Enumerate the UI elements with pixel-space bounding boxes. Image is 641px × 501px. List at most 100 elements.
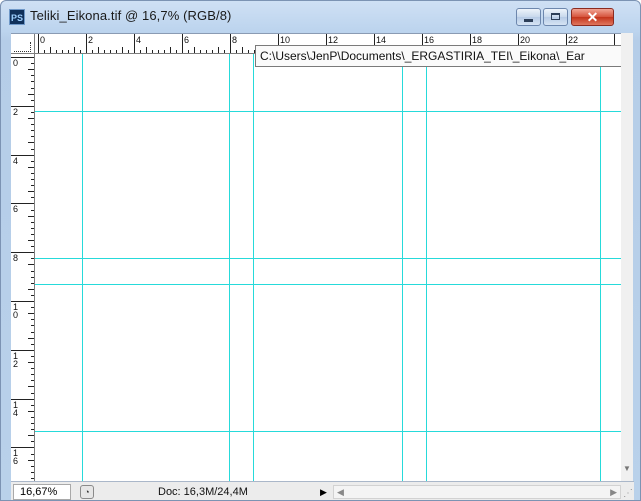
- ruler-tick: [62, 50, 63, 53]
- ruler-tick: [28, 166, 34, 168]
- close-button[interactable]: ✕: [571, 8, 614, 26]
- ruler-origin-corner[interactable]: [11, 34, 35, 54]
- minimize-button[interactable]: [516, 8, 541, 26]
- ruler-tick: [31, 172, 34, 174]
- scroll-down-icon[interactable]: ▼: [623, 464, 631, 473]
- ruler-tick: [31, 63, 34, 65]
- ruler-tick: [31, 99, 34, 101]
- ruler-label: 22: [568, 35, 579, 45]
- guide-horizontal[interactable]: [35, 258, 631, 259]
- guide-vertical[interactable]: [402, 54, 403, 482]
- ruler-tick: [80, 50, 81, 53]
- ruler-label: 2: [13, 106, 19, 117]
- ruler-tick: [31, 429, 34, 431]
- ruler-tick: [28, 93, 34, 95]
- guide-horizontal[interactable]: [35, 111, 631, 112]
- photoshop-app-icon: PS: [9, 9, 25, 25]
- ruler-label: 8: [232, 35, 238, 45]
- ruler-tick: [31, 160, 34, 162]
- resize-grip-icon[interactable]: ⋰: [623, 488, 633, 499]
- status-info-icon[interactable]: ◔: [80, 485, 94, 499]
- ruler-tick: [31, 233, 34, 235]
- maximize-button[interactable]: [543, 8, 568, 26]
- ruler-tick: [122, 47, 123, 53]
- ruler-tick: [92, 50, 93, 53]
- ruler-tick: [28, 142, 34, 144]
- ruler-tick: [44, 50, 45, 53]
- ruler-label: 10: [13, 302, 19, 320]
- ruler-tick: [31, 276, 34, 278]
- guide-vertical[interactable]: [600, 54, 601, 482]
- ruler-tick: [212, 50, 213, 53]
- ruler-tick: [28, 264, 34, 266]
- ruler-tick: [28, 337, 34, 339]
- ruler-tick: [31, 282, 34, 284]
- guide-vertical[interactable]: [229, 54, 230, 482]
- ruler-tick: [31, 258, 34, 260]
- status-bar: 16,67% ◔ Doc: 16,3M/24,4M ▶ ◀ ▶ ⋰: [11, 481, 634, 500]
- guide-vertical[interactable]: [82, 54, 83, 482]
- ruler-tick: [31, 179, 34, 180]
- ruler-tick: [31, 453, 34, 455]
- ruler-tick: [28, 118, 34, 119]
- guide-vertical[interactable]: [426, 54, 427, 482]
- ruler-tick: [104, 50, 105, 53]
- guide-horizontal[interactable]: [35, 284, 631, 285]
- ruler-tick: [110, 50, 111, 53]
- ruler-tick: [28, 313, 34, 315]
- ruler-tick: [230, 34, 231, 53]
- ruler-tick: [206, 50, 207, 53]
- ruler-tick: [176, 50, 177, 53]
- ruler-tick: [242, 47, 243, 53]
- ruler-tick: [31, 124, 34, 126]
- status-menu-arrow-icon[interactable]: ▶: [316, 485, 331, 499]
- ruler-tick: [31, 325, 34, 327]
- ruler-tick: [158, 50, 159, 53]
- guide-horizontal[interactable]: [35, 431, 631, 432]
- canvas-area[interactable]: 0 2 4 6 8 10 12 14 16 18 20 22 0 2 4 6 8 10 12 14 16: [11, 33, 631, 482]
- ruler-tick: [98, 47, 99, 53]
- guide-vertical[interactable]: [253, 54, 254, 482]
- ruler-tick: [31, 319, 34, 321]
- ruler-label: 12: [13, 350, 19, 369]
- ruler-label: 10: [280, 35, 291, 45]
- ruler-label: 6: [184, 35, 190, 45]
- ruler-tick: [28, 240, 34, 241]
- ruler-tick: [146, 47, 147, 53]
- ruler-tick: [28, 386, 34, 388]
- ruler-label: 4: [13, 155, 19, 166]
- ruler-tick: [31, 416, 34, 418]
- ruler-tick: [31, 148, 34, 150]
- scroll-left-icon[interactable]: ◀: [337, 486, 344, 498]
- ruler-label: 14: [376, 35, 387, 45]
- ruler-tick: [74, 47, 75, 53]
- ruler-tick: [31, 197, 34, 199]
- vertical-scrollbar[interactable]: ▼: [621, 33, 633, 481]
- ruler-tick: [116, 50, 117, 53]
- ruler-label: 2: [88, 35, 94, 45]
- ruler-tick: [68, 50, 69, 53]
- ruler-label: 16: [424, 35, 435, 45]
- ruler-tick: [86, 34, 87, 53]
- ruler-tick: [31, 111, 34, 113]
- ruler-label: 16: [13, 448, 19, 467]
- vertical-ruler[interactable]: 0 2 4 6 8 10 12 14 16: [11, 54, 35, 482]
- ruler-label: 14: [13, 399, 19, 418]
- ruler-tick: [170, 47, 171, 53]
- ruler-tick: [31, 380, 34, 382]
- ruler-tick: [128, 50, 129, 53]
- ruler-tick: [28, 362, 34, 363]
- horizontal-scrollbar[interactable]: ◀ ▶: [333, 485, 621, 499]
- scroll-right-icon[interactable]: ▶: [610, 486, 617, 498]
- ruler-tick: [31, 221, 34, 223]
- ruler-tick: [31, 465, 34, 467]
- zoom-level-field[interactable]: 16,67%: [13, 484, 71, 500]
- file-path-tooltip: C:\Users\JenP\Documents\_ERGASTIRIA_TEI\…: [255, 45, 633, 67]
- ruler-tick: [31, 185, 34, 187]
- ruler-tick: [31, 81, 34, 83]
- ruler-tick: [31, 75, 34, 77]
- ruler-label: 12: [328, 35, 339, 45]
- minimize-icon: [524, 19, 533, 22]
- close-icon: ✕: [586, 9, 599, 25]
- ruler-tick: [31, 87, 34, 89]
